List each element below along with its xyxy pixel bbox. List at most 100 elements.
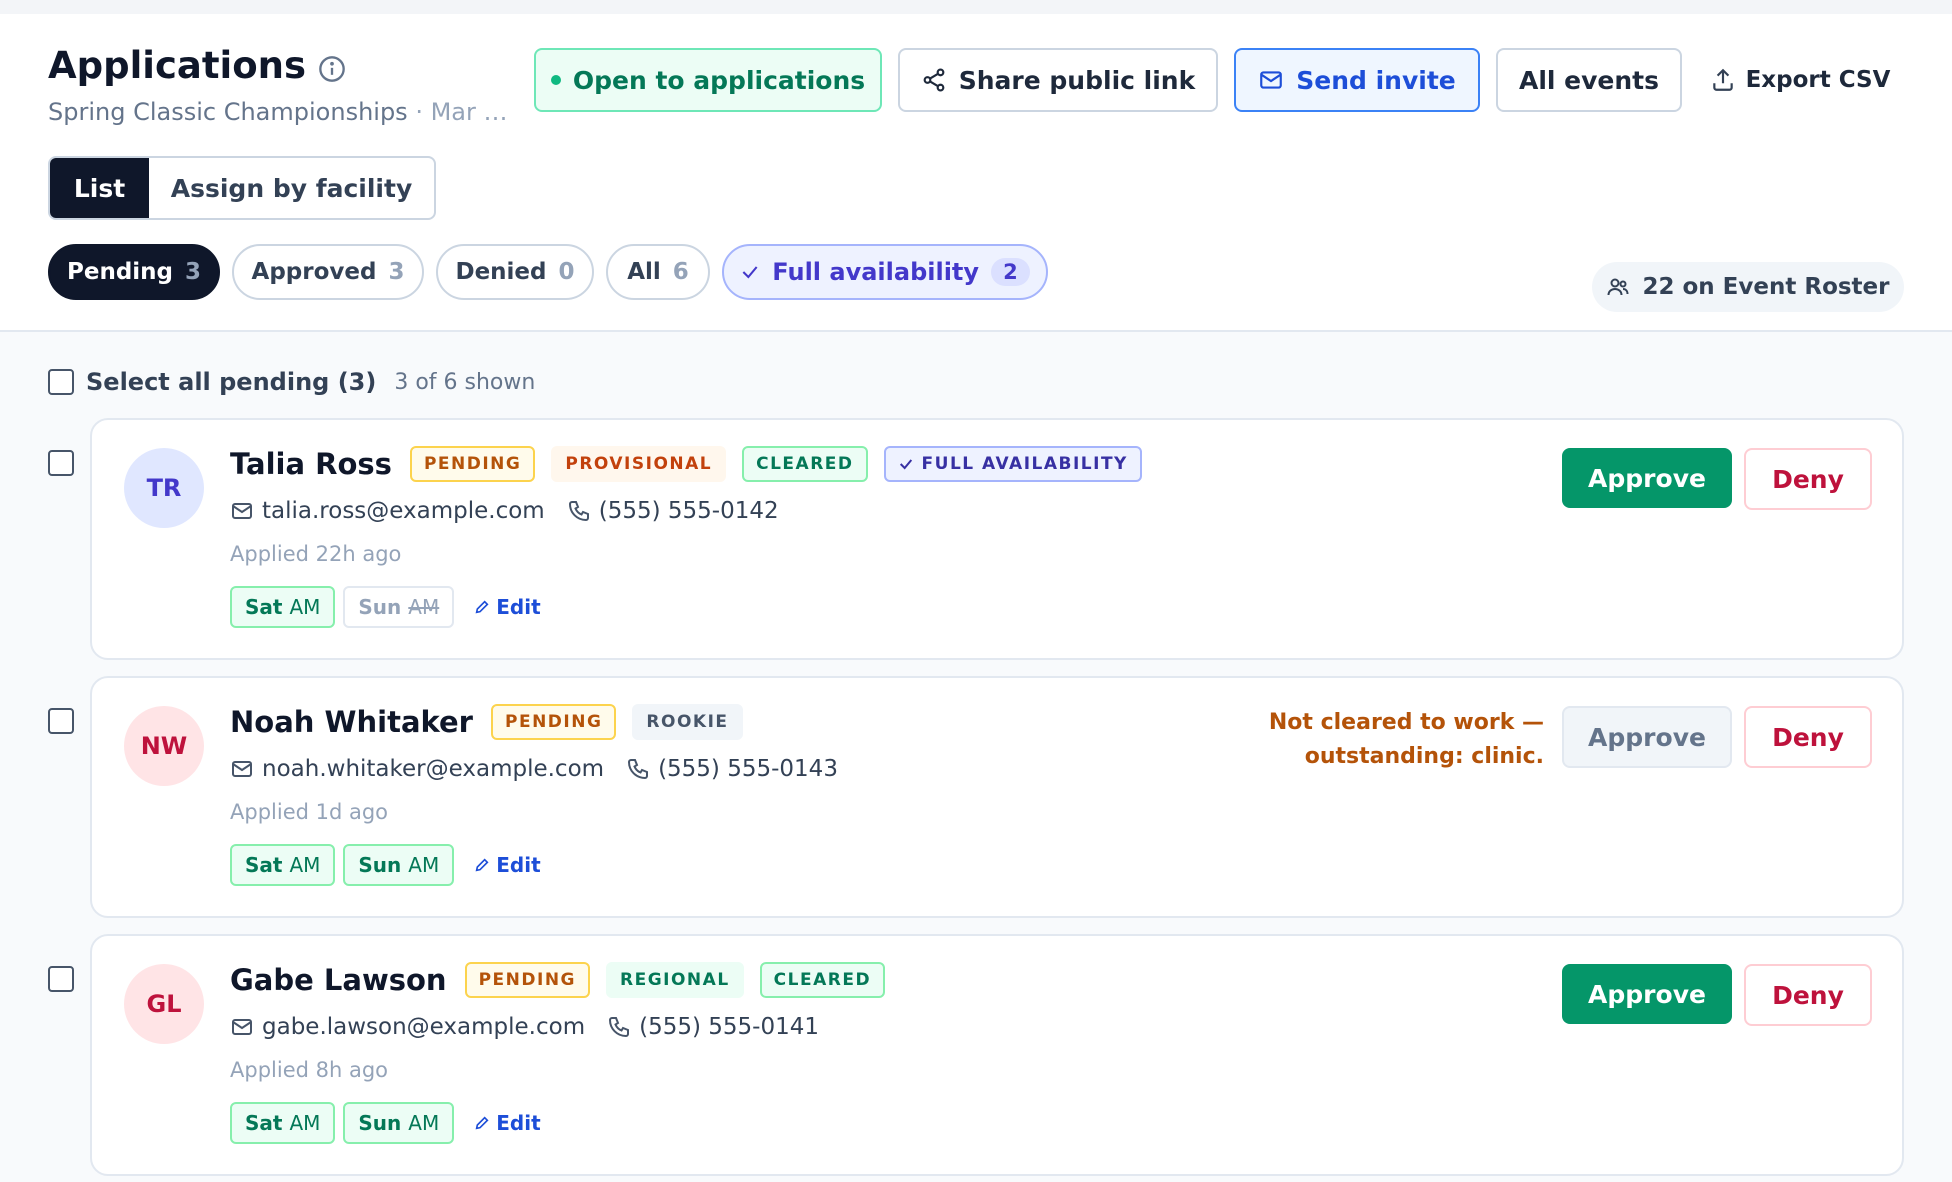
filter-label: Pending bbox=[66, 259, 173, 285]
status-badge: PENDING bbox=[409, 446, 536, 482]
pencil-icon bbox=[475, 600, 489, 614]
contact-info: gabe.lawson@example.com (555) 555-0141 bbox=[230, 1014, 819, 1040]
event-roster-badge[interactable]: 22 on Event Roster bbox=[1592, 262, 1904, 312]
applicant-phone[interactable]: (555) 555-0141 bbox=[639, 1014, 819, 1040]
availability-slots: Sat AM Sun AM Edit bbox=[230, 586, 541, 628]
applicant-phone[interactable]: (555) 555-0142 bbox=[599, 498, 779, 524]
slot-sat: Sat AM bbox=[230, 1102, 336, 1144]
avatar: TR bbox=[124, 448, 204, 528]
phone-group: (555) 555-0143 bbox=[626, 756, 838, 782]
filter-label: All bbox=[627, 259, 661, 285]
assign-by-facility-tab[interactable]: Assign by facility bbox=[149, 158, 434, 218]
cleared-badge: CLEARED bbox=[759, 962, 886, 998]
event-subtitle: Spring Classic Championships · Mar … bbox=[48, 98, 507, 126]
row-checkbox[interactable] bbox=[48, 450, 74, 476]
status-dot-icon bbox=[550, 75, 561, 85]
select-all-checkbox[interactable] bbox=[48, 369, 74, 395]
approve-button-disabled[interactable]: Approve bbox=[1562, 706, 1732, 768]
mail-icon bbox=[1260, 71, 1283, 89]
edit-availability-link[interactable]: Edit bbox=[474, 595, 541, 619]
filter-approved[interactable]: Approved 3 bbox=[232, 244, 424, 300]
applicant-header: Noah Whitaker PENDING ROOKIE bbox=[230, 704, 743, 740]
edit-label: Edit bbox=[496, 595, 541, 619]
send-invite-label: Send invite bbox=[1296, 65, 1456, 95]
filter-count: 0 bbox=[558, 259, 575, 285]
slot-sat: Sat AM bbox=[230, 586, 336, 628]
slot-day: Sat bbox=[245, 853, 283, 877]
contact-info: talia.ross@example.com (555) 555-0142 bbox=[230, 498, 779, 524]
open-to-applications-label: Open to applications bbox=[572, 65, 866, 95]
cleared-badge: CLEARED bbox=[742, 446, 868, 482]
page-title: Applications bbox=[48, 44, 307, 87]
clearance-warning: Not cleared to work — outstanding: clini… bbox=[1269, 706, 1544, 774]
applicant-email[interactable]: gabe.lawson@example.com bbox=[262, 1014, 585, 1040]
filter-pending[interactable]: Pending 3 bbox=[48, 244, 220, 300]
applicant-name: Gabe Lawson bbox=[230, 963, 447, 997]
slot-period: AM bbox=[408, 1111, 440, 1135]
applicant-card: NW Noah Whitaker PENDING ROOKIE noah.whi… bbox=[90, 676, 1904, 918]
mail-icon bbox=[232, 761, 252, 777]
slot-period: AM bbox=[289, 595, 321, 619]
top-strip bbox=[0, 0, 1952, 14]
row-checkbox[interactable] bbox=[48, 708, 74, 734]
share-public-link-label: Share public link bbox=[958, 65, 1196, 95]
check-icon bbox=[742, 266, 758, 279]
deny-button[interactable]: Deny bbox=[1744, 448, 1872, 510]
applicant-email[interactable]: talia.ross@example.com bbox=[262, 498, 545, 524]
phone-icon bbox=[568, 501, 589, 522]
approve-button[interactable]: Approve bbox=[1562, 448, 1732, 508]
applicant-email[interactable]: noah.whitaker@example.com bbox=[262, 756, 604, 782]
pencil-icon bbox=[475, 1116, 489, 1130]
share-icon bbox=[923, 68, 945, 92]
select-all-row: Select all pending (3) 3 of 6 shown bbox=[48, 368, 535, 396]
slot-period: AM bbox=[408, 853, 440, 877]
applicant-phone[interactable]: (555) 555-0143 bbox=[658, 756, 838, 782]
applicant-header: Gabe Lawson PENDING REGIONAL CLEARED bbox=[230, 962, 886, 998]
availability-slots: Sat AM Sun AM Edit bbox=[230, 844, 541, 886]
open-to-applications-button[interactable]: Open to applications bbox=[534, 48, 882, 112]
phone-icon bbox=[609, 1017, 630, 1038]
slot-sat: Sat AM bbox=[230, 844, 336, 886]
slot-day: Sun bbox=[358, 1111, 402, 1135]
applicant-card: GL Gabe Lawson PENDING REGIONAL CLEARED … bbox=[90, 934, 1904, 1176]
availability-slots: Sat AM Sun AM Edit bbox=[230, 1102, 541, 1144]
filter-count: 2 bbox=[991, 258, 1030, 286]
applied-time: Applied 8h ago bbox=[230, 1058, 389, 1082]
edit-availability-link[interactable]: Edit bbox=[474, 853, 541, 877]
contact-info: noah.whitaker@example.com (555) 555-0143 bbox=[230, 756, 838, 782]
warning-line: Not cleared to work — bbox=[1268, 710, 1544, 735]
event-roster-label: 22 on Event Roster bbox=[1642, 274, 1890, 300]
deny-button[interactable]: Deny bbox=[1744, 964, 1872, 1026]
filter-full-availability[interactable]: Full availability 2 bbox=[722, 244, 1048, 300]
phone-group: (555) 555-0142 bbox=[567, 498, 779, 524]
event-name: Spring Classic Championships bbox=[48, 98, 408, 126]
page-header: Applications Spring Classic Championship… bbox=[0, 14, 1952, 332]
slot-period: AM bbox=[289, 1111, 321, 1135]
edit-label: Edit bbox=[496, 853, 541, 877]
view-toggle: List Assign by facility bbox=[48, 156, 436, 220]
applicant-header: Talia Ross PENDING PROVISIONAL CLEARED F… bbox=[230, 446, 1142, 482]
mail-icon bbox=[232, 1019, 252, 1035]
list-view-tab[interactable]: List bbox=[50, 158, 149, 218]
deny-button[interactable]: Deny bbox=[1744, 706, 1872, 768]
avatar: NW bbox=[124, 706, 204, 786]
slot-sun: Sun AM bbox=[343, 844, 455, 886]
status-badge: PENDING bbox=[464, 962, 590, 998]
info-icon[interactable] bbox=[318, 55, 346, 83]
slot-day: Sun bbox=[358, 853, 402, 877]
approve-button[interactable]: Approve bbox=[1562, 964, 1732, 1024]
filter-denied[interactable]: Denied 0 bbox=[436, 244, 594, 300]
share-public-link-button[interactable]: Share public link bbox=[898, 48, 1218, 112]
filter-all[interactable]: All 6 bbox=[606, 244, 710, 300]
users-icon bbox=[1607, 278, 1629, 296]
applicant-name: Talia Ross bbox=[230, 447, 392, 481]
all-events-button[interactable]: All events bbox=[1496, 48, 1682, 112]
applied-time: Applied 1d ago bbox=[230, 800, 389, 824]
export-csv-button[interactable]: Export CSV bbox=[1700, 48, 1900, 112]
row-checkbox[interactable] bbox=[48, 966, 74, 992]
slot-period: AM bbox=[408, 595, 440, 619]
check-icon bbox=[899, 459, 912, 470]
applicant-name: Noah Whitaker bbox=[230, 705, 473, 739]
send-invite-button[interactable]: Send invite bbox=[1234, 48, 1480, 112]
edit-availability-link[interactable]: Edit bbox=[474, 1111, 541, 1135]
